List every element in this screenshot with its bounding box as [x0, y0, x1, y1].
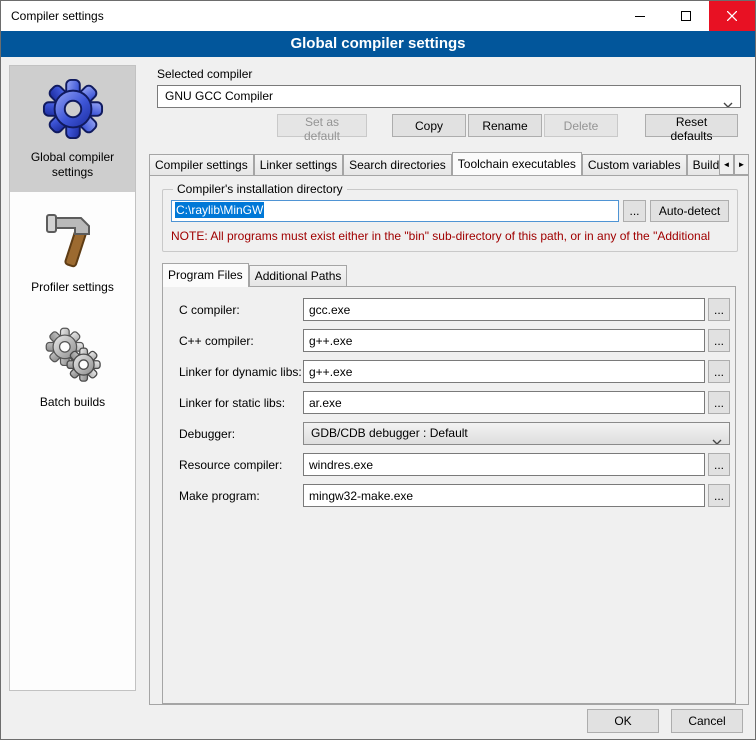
- dynamic-linker-label: Linker for dynamic libs:: [179, 365, 303, 379]
- dynamic-linker-input[interactable]: [303, 360, 705, 383]
- install-dir-input[interactable]: C:\raylib\MinGW: [171, 200, 619, 222]
- tab-program-files[interactable]: Program Files: [162, 263, 249, 287]
- static-linker-row: Linker for static libs: ...: [179, 391, 735, 414]
- scroll-tabs-left-button[interactable]: ◄: [719, 154, 734, 175]
- selected-compiler-label: Selected compiler: [157, 67, 749, 81]
- tab-compiler-settings[interactable]: Compiler settings: [149, 154, 254, 175]
- make-program-label: Make program:: [179, 489, 303, 503]
- dynamic-linker-browse-button[interactable]: ...: [708, 360, 730, 383]
- window-controls: [617, 1, 755, 31]
- tab-scroll-buttons: ◄ ►: [719, 154, 749, 175]
- c-compiler-input[interactable]: [303, 298, 705, 321]
- blue-gear-icon: [42, 78, 104, 140]
- cpp-compiler-label: C++ compiler:: [179, 334, 303, 348]
- cpp-compiler-row: C++ compiler: ...: [179, 329, 735, 352]
- sidebar-item-label: Profiler settings: [31, 280, 114, 295]
- static-linker-browse-button[interactable]: ...: [708, 391, 730, 414]
- cancel-button[interactable]: Cancel: [671, 709, 743, 733]
- sidebar-item-global-compiler-settings[interactable]: Global compiler settings: [10, 66, 135, 192]
- tab-toolchain-executables[interactable]: Toolchain executables: [452, 152, 582, 175]
- copy-button[interactable]: Copy: [392, 114, 466, 137]
- profiler-tool-icon: [45, 212, 101, 270]
- debugger-select[interactable]: GDB/CDB debugger : Default: [303, 422, 730, 445]
- right-arrow-icon: ►: [738, 160, 746, 169]
- scroll-tabs-right-button[interactable]: ►: [734, 154, 749, 175]
- install-dir-browse-button[interactable]: ...: [623, 200, 646, 222]
- sidebar-item-label: Global compiler settings: [14, 150, 131, 180]
- resource-compiler-browse-button[interactable]: ...: [708, 453, 730, 476]
- compiler-buttons-row: Set as default Copy Rename Delete Reset …: [149, 114, 738, 137]
- left-arrow-icon: ◄: [723, 160, 731, 169]
- installation-directory-group: Compiler's installation directory C:\ray…: [162, 182, 738, 252]
- close-button[interactable]: [709, 1, 755, 31]
- cpp-compiler-input[interactable]: [303, 329, 705, 352]
- resource-compiler-row: Resource compiler: ...: [179, 453, 735, 476]
- tab-additional-paths[interactable]: Additional Paths: [249, 265, 348, 286]
- rename-button[interactable]: Rename: [468, 114, 542, 137]
- install-dir-selected-text: C:\raylib\MinGW: [175, 202, 264, 218]
- minimize-button[interactable]: [617, 1, 663, 31]
- sidebar-item-label: Batch builds: [40, 395, 105, 410]
- reset-defaults-button[interactable]: Reset defaults: [645, 114, 738, 137]
- make-program-browse-button[interactable]: ...: [708, 484, 730, 507]
- debugger-label: Debugger:: [179, 427, 303, 441]
- program-files-panel: C compiler: ... C++ compiler: ... Linker…: [162, 286, 736, 704]
- tab-linker-settings[interactable]: Linker settings: [254, 154, 343, 175]
- set-as-default-button: Set as default: [277, 114, 367, 137]
- debugger-select-value: GDB/CDB debugger : Default: [311, 426, 468, 440]
- delete-button: Delete: [544, 114, 618, 137]
- titlebar: Compiler settings: [1, 1, 755, 31]
- resource-compiler-label: Resource compiler:: [179, 458, 303, 472]
- static-linker-label: Linker for static libs:: [179, 396, 303, 410]
- compiler-select[interactable]: GNU GCC Compiler: [157, 85, 741, 108]
- make-program-input[interactable]: [303, 484, 705, 507]
- tab-search-directories[interactable]: Search directories: [343, 154, 452, 175]
- installation-directory-row: C:\raylib\MinGW ... Auto-detect: [171, 200, 729, 222]
- minimize-icon: [635, 11, 645, 21]
- installation-directory-label: Compiler's installation directory: [173, 182, 347, 196]
- maximize-icon: [681, 11, 691, 21]
- sidebar: Global compiler settings Profiler settin…: [9, 65, 136, 691]
- static-linker-input[interactable]: [303, 391, 705, 414]
- make-program-row: Make program: ...: [179, 484, 735, 507]
- tab-custom-variables[interactable]: Custom variables: [582, 154, 687, 175]
- page-title: Global compiler settings: [1, 31, 755, 57]
- chevron-down-icon: [723, 94, 733, 108]
- sidebar-item-batch-builds[interactable]: Batch builds: [10, 315, 135, 422]
- chevron-down-icon: [712, 431, 722, 445]
- settings-tab-strip: Compiler settings Linker settings Search…: [149, 151, 749, 175]
- toolchain-executables-panel: Compiler's installation directory C:\ray…: [149, 175, 749, 705]
- cpp-compiler-browse-button[interactable]: ...: [708, 329, 730, 352]
- window-title: Compiler settings: [1, 9, 104, 23]
- bin-subdirectory-note: NOTE: All programs must exist either in …: [171, 229, 729, 243]
- sidebar-item-profiler-settings[interactable]: Profiler settings: [10, 200, 135, 307]
- debugger-row: Debugger: GDB/CDB debugger : Default: [179, 422, 735, 445]
- close-icon: [727, 11, 737, 21]
- maximize-button[interactable]: [663, 1, 709, 31]
- ok-button[interactable]: OK: [587, 709, 659, 733]
- main-area: Selected compiler GNU GCC Compiler Set a…: [149, 65, 749, 705]
- auto-detect-button[interactable]: Auto-detect: [650, 200, 729, 222]
- compiler-select-value: GNU GCC Compiler: [165, 89, 273, 103]
- resource-compiler-input[interactable]: [303, 453, 705, 476]
- compiler-settings-window: Compiler settings Global compiler settin…: [0, 0, 756, 740]
- programs-tab-strip: Program Files Additional Paths: [162, 262, 736, 286]
- c-compiler-browse-button[interactable]: ...: [708, 298, 730, 321]
- c-compiler-row: C compiler: ...: [179, 298, 735, 321]
- dynamic-linker-row: Linker for dynamic libs: ...: [179, 360, 735, 383]
- gray-gears-icon: [44, 327, 102, 385]
- c-compiler-label: C compiler:: [179, 303, 303, 317]
